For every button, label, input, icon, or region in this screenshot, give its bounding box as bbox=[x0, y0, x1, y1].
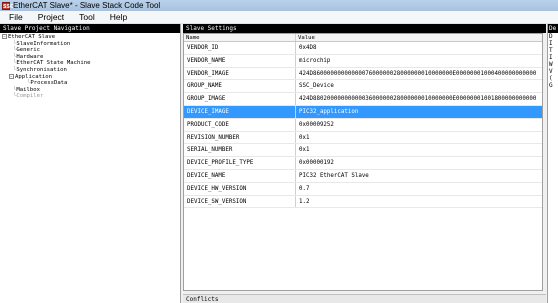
table-row[interactable]: SERIAL_NUMBER 0x1 bbox=[184, 144, 542, 158]
collapse-icon[interactable]: − bbox=[2, 34, 7, 39]
tree-item-processdata[interactable]: └ProcessData bbox=[0, 80, 180, 87]
table-row[interactable]: DEVICE_PROFILE_TYPE 0x00000192 bbox=[184, 157, 542, 170]
table-row[interactable]: VENDOR_NAME microchip bbox=[184, 54, 542, 68]
table-row[interactable]: DEVICE_IMAGE PIC32_application bbox=[184, 105, 542, 119]
settings-panel: Slave Settings Name Value VENDOR_ID 0x4D8… bbox=[183, 24, 546, 303]
settings-header: Slave Settings bbox=[183, 24, 546, 33]
tree-item-label: Mailbox bbox=[16, 86, 40, 93]
setting-value[interactable]: PIC32_application bbox=[296, 106, 542, 118]
setting-value[interactable]: 0x1 bbox=[296, 132, 542, 144]
setting-name: DEVICE_IMAGE bbox=[184, 105, 296, 118]
tree-item-label: Compiler bbox=[16, 93, 44, 100]
tree-item-label: Hardware bbox=[16, 53, 44, 60]
setting-value[interactable]: 0x00000192 bbox=[296, 157, 542, 169]
table-row[interactable]: GROUP_NAME SSC_Device bbox=[184, 80, 542, 94]
setting-name: VENDOR_IMAGE bbox=[184, 67, 296, 80]
setting-name: VENDOR_NAME bbox=[184, 54, 296, 67]
conflicts-header: Conflicts bbox=[183, 294, 546, 303]
table-row[interactable]: VENDOR_IMAGE 424D860000000000000760000002… bbox=[184, 67, 542, 81]
navigation-panel: Slave Project Navigation − EtherCAT Slave… bbox=[0, 24, 181, 303]
tree-item-label: Synchronisation bbox=[16, 66, 67, 73]
description-strip: De D I T I W V(G bbox=[547, 24, 558, 303]
description-line: ( bbox=[549, 75, 553, 82]
description-line: I bbox=[549, 54, 553, 61]
tree-item-label: Generic bbox=[16, 47, 40, 54]
navigation-tree: − EtherCAT Slave └SlaveInformation └Gener… bbox=[0, 33, 180, 100]
setting-name: SERIAL_NUMBER bbox=[184, 144, 296, 157]
table-row[interactable]: VENDOR_ID 0x4D8 bbox=[184, 42, 542, 55]
setting-value[interactable]: 424D860000000000000760000002800000001000… bbox=[296, 68, 542, 80]
tree-item-generic[interactable]: └Generic bbox=[0, 47, 180, 54]
setting-value[interactable]: microchip bbox=[296, 55, 542, 67]
description-line: G bbox=[549, 82, 553, 89]
tree-item-label: EtherCAT Slave bbox=[8, 34, 56, 40]
setting-name: PRODUCT_CODE bbox=[184, 118, 296, 131]
tree-item-label: Application bbox=[15, 73, 53, 80]
navigation-header: Slave Project Navigation bbox=[0, 24, 180, 33]
setting-value[interactable]: 0x4D8 bbox=[296, 42, 542, 54]
grid-rows: VENDOR_ID 0x4D8 VENDOR_NAME microchip VENDOR… bbox=[184, 42, 542, 209]
description-text: D I T I W V(G bbox=[548, 33, 558, 89]
setting-name: DEVICE_NAME bbox=[184, 169, 296, 182]
column-header-name[interactable]: Name bbox=[184, 34, 296, 41]
setting-value[interactable]: 0x1 bbox=[296, 144, 542, 156]
description-line: D bbox=[549, 33, 553, 40]
description-line: W bbox=[549, 61, 553, 68]
menu-tool[interactable]: Tool bbox=[70, 11, 101, 24]
menu-file[interactable]: File bbox=[0, 11, 29, 24]
setting-name: VENDOR_ID bbox=[184, 42, 296, 54]
tree-item-label: ProcessData bbox=[30, 80, 68, 87]
tree-item-label: SlaveInformation bbox=[16, 40, 71, 47]
table-row[interactable]: GROUP_IMAGE 424D8802000000000003600000028… bbox=[184, 93, 542, 106]
setting-name: DEVICE_SW_VERSION bbox=[184, 195, 296, 208]
setting-value[interactable]: 0.7 bbox=[296, 183, 542, 195]
title-bar: SSC EtherCAT Slave* - Slave Stack Code T… bbox=[0, 0, 558, 11]
setting-value[interactable]: 0x00009252 bbox=[296, 119, 542, 131]
table-row[interactable]: DEVICE_NAME PIC32 EtherCAT Slave bbox=[184, 169, 542, 183]
setting-value[interactable]: PIC32 EtherCAT Slave bbox=[296, 170, 542, 182]
setting-name: GROUP_NAME bbox=[184, 80, 296, 93]
tree-item-root[interactable]: − EtherCAT Slave bbox=[0, 34, 180, 41]
setting-value[interactable]: 424D880200000000000360000002800000001000… bbox=[296, 93, 542, 105]
description-header: De bbox=[548, 24, 558, 33]
setting-name: DEVICE_PROFILE_TYPE bbox=[184, 157, 296, 169]
setting-name: GROUP_IMAGE bbox=[184, 93, 296, 105]
column-header-value[interactable]: Value bbox=[296, 34, 542, 41]
menu-bar: File Project Tool Help bbox=[0, 11, 558, 24]
menu-help[interactable]: Help bbox=[101, 11, 133, 24]
table-row[interactable]: REVISION_NUMBER 0x1 bbox=[184, 131, 542, 145]
window-title: EtherCAT Slave* - Slave Stack Code Tool bbox=[13, 1, 161, 10]
tree-item-label: EtherCAT State Machine bbox=[16, 60, 91, 67]
tree-item-ethercat-state-machine[interactable]: └EtherCAT State Machine bbox=[0, 60, 180, 67]
setting-value[interactable]: SSC_Device bbox=[296, 80, 542, 92]
table-row[interactable]: DEVICE_SW_VERSION 1.2 bbox=[184, 195, 542, 209]
tree-item-synchronisation[interactable]: └Synchronisation bbox=[0, 67, 180, 74]
description-line: I bbox=[549, 40, 553, 47]
tree-item-compiler[interactable]: └Compiler bbox=[0, 93, 180, 100]
grid-header-row: Name Value bbox=[184, 34, 542, 42]
setting-name: DEVICE_HW_VERSION bbox=[184, 182, 296, 195]
collapse-icon[interactable]: − bbox=[9, 73, 14, 79]
table-row[interactable]: DEVICE_HW_VERSION 0.7 bbox=[184, 182, 542, 196]
description-line: T bbox=[549, 47, 553, 54]
description-line: V bbox=[549, 68, 553, 75]
setting-name: REVISION_NUMBER bbox=[184, 131, 296, 144]
settings-grid: Name Value VENDOR_ID 0x4D8 VENDOR_NAME micr… bbox=[183, 33, 543, 291]
setting-value[interactable]: 1.2 bbox=[296, 196, 542, 208]
menu-project[interactable]: Project bbox=[29, 11, 70, 24]
app-icon: SSC bbox=[2, 1, 14, 10]
table-row[interactable]: PRODUCT_CODE 0x00009252 bbox=[184, 118, 542, 132]
